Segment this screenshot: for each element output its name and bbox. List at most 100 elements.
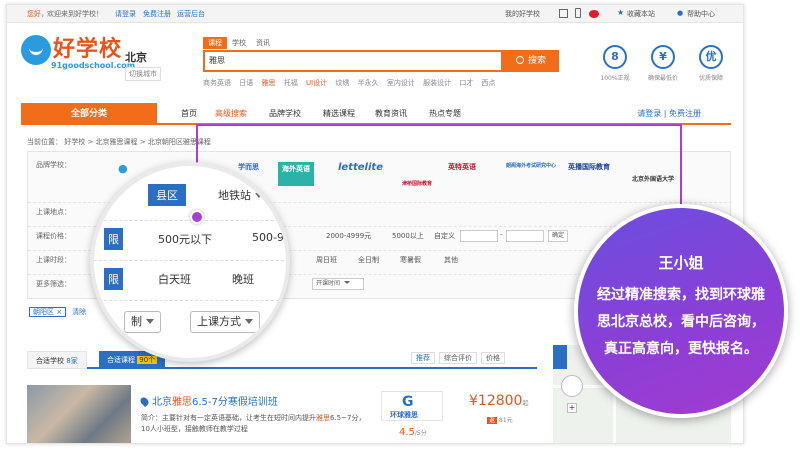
magnifier-time-row: 限 白天班 晚班: [94, 260, 286, 298]
logo-domain: 91goodschool.com: [51, 61, 136, 70]
hot-word[interactable]: 半永久: [358, 79, 379, 87]
time-unlimited-tag[interactable]: 限: [104, 268, 123, 290]
brand-logo[interactable]: 北京外国语大学: [632, 174, 674, 198]
nav-login-link[interactable]: 请登录: [637, 109, 661, 118]
nav-advanced-search[interactable]: 高级搜索: [215, 108, 247, 119]
selected-filters: 朝阳区 × 清除: [29, 307, 86, 317]
time-option[interactable]: 白天班: [158, 271, 191, 287]
weibo-icon[interactable]: [589, 10, 599, 18]
start-time-select[interactable]: 开课时间: [312, 278, 364, 290]
course-photo[interactable]: [27, 385, 131, 443]
refund-badge: 返: [487, 417, 498, 424]
price-unit: 起: [522, 400, 529, 407]
sort-rating[interactable]: 综合评价: [439, 352, 477, 364]
hot-word[interactable]: 服装设计: [423, 79, 451, 87]
time-option[interactable]: 其他: [444, 255, 458, 265]
more-label: 更多筛选：: [36, 280, 71, 288]
brand-logo[interactable]: 英特英语: [448, 162, 476, 186]
price-option[interactable]: 500元以下: [158, 231, 212, 247]
nav-home[interactable]: 首页: [181, 108, 197, 119]
price-unlimited-tag[interactable]: 限: [104, 228, 123, 250]
guarantee-quality: 优 优质保障: [691, 45, 731, 82]
tab-schools[interactable]: 合适学校 8家: [27, 351, 87, 369]
hot-word[interactable]: 口才: [459, 79, 473, 87]
search-input[interactable]: [209, 56, 409, 65]
mobile-icon[interactable]: [575, 8, 581, 18]
close-icon[interactable]: ×: [56, 308, 62, 316]
nav-education-news[interactable]: 教育资讯: [375, 108, 407, 119]
hot-word[interactable]: 纹绣: [335, 79, 349, 87]
login-link[interactable]: 请登录: [115, 9, 136, 19]
class-mode-select[interactable]: 上课方式: [190, 311, 260, 333]
site-logo[interactable]: 好学校 91goodschool.com: [21, 31, 135, 75]
register-link[interactable]: 免费注册: [143, 9, 171, 19]
search-tab-news[interactable]: 资讯: [251, 37, 275, 49]
course-desc-keyword: 雅思: [316, 414, 330, 422]
brand-logo[interactable]: lettelite: [338, 162, 383, 186]
time-option[interactable]: 全日制: [358, 255, 379, 265]
map-zoom-in-button[interactable]: +: [567, 403, 577, 413]
map-header: [553, 345, 567, 369]
price-option[interactable]: 500-99: [252, 231, 286, 244]
hot-word[interactable]: 西点: [482, 79, 496, 87]
class-mode-select-label: 上课方式: [197, 315, 241, 328]
ops-link[interactable]: 运营后台: [177, 9, 205, 19]
rating-value: 4.5: [399, 427, 415, 438]
price-min-input[interactable]: [460, 230, 498, 242]
time-option[interactable]: 周日班: [316, 255, 337, 265]
course-title[interactable]: 北京雅思6.5-7分寒假培训班: [138, 393, 278, 408]
search-box: [203, 50, 503, 72]
my-school-link[interactable]: 我的好学校: [505, 9, 540, 19]
metro-tab[interactable]: 地铁站: [218, 187, 263, 203]
sort-recommended[interactable]: 推荐: [411, 352, 435, 364]
nav-hot-topics[interactable]: 热点专题: [429, 108, 461, 119]
clear-filters-link[interactable]: 清除: [72, 308, 86, 316]
time-label: 上课时段：: [36, 256, 71, 264]
location-pin-icon: [138, 395, 151, 408]
hot-word[interactable]: 日语: [239, 79, 253, 87]
guarantee-label: 优质保障: [698, 75, 723, 82]
price-option[interactable]: 2000-4999元: [326, 231, 371, 241]
price-option[interactable]: 5000以上: [392, 231, 424, 241]
course-title-rest: 6.5-7分寒假培训班: [192, 397, 278, 408]
time-option[interactable]: 寒暑假: [400, 255, 421, 265]
search-button[interactable]: 搜索: [503, 50, 559, 72]
all-categories-button[interactable]: 全部分类: [21, 103, 157, 125]
city-switch-button[interactable]: 切换城市: [125, 67, 161, 81]
top-bar: 您好， 欢迎来到好学校！ 请登录 免费注册 运营后台 我的好学校 ★ 收藏本站 …: [7, 5, 743, 23]
brand-logo[interactable]: 朗阁海外考试研究中心: [506, 162, 556, 186]
bookmark-link[interactable]: 收藏本站: [627, 9, 655, 19]
sort-price[interactable]: 价格: [481, 352, 505, 364]
system-select[interactable]: 制: [124, 311, 161, 333]
brand-logo[interactable]: 英播国际教育: [568, 162, 610, 186]
course-rating: 4.5/5分: [399, 427, 427, 438]
school-logo[interactable]: G 环球雅思: [381, 391, 443, 421]
nav-register-link[interactable]: 免费注册: [669, 109, 701, 118]
county-tab[interactable]: 县区: [148, 184, 186, 206]
hot-word[interactable]: UI设计: [306, 79, 327, 87]
price-refund: 返 81元: [487, 415, 513, 424]
course-price: ¥12800起: [469, 393, 528, 409]
hot-word[interactable]: 商务英语: [203, 79, 231, 87]
hot-word[interactable]: 雅思: [261, 79, 275, 87]
nav-selected-courses[interactable]: 精选课程: [323, 108, 355, 119]
guarantee-lowest-price: ¥ 确保最低价: [643, 45, 683, 82]
magnifier-price-row: 限 500元以下 500-99: [94, 220, 286, 258]
map-pan-control[interactable]: [561, 375, 583, 397]
testimonial-bubble: 王小姐 经过精准搜索，找到环球雅思北京总校，看中后咨询，真正高意向，更快报名。: [574, 204, 788, 418]
search-tab-course[interactable]: 课程: [203, 37, 227, 49]
course-title-prefix: 北京: [152, 397, 172, 408]
nav-brand-schools[interactable]: 品牌学校: [269, 108, 301, 119]
hot-word[interactable]: 托福: [284, 79, 298, 87]
guarantee-label: 100%正规: [600, 75, 630, 82]
selected-tag[interactable]: 朝阳区 ×: [29, 307, 67, 317]
hot-word[interactable]: 室内设计: [387, 79, 415, 87]
brand-logo[interactable]: 津桥国际教育: [402, 180, 432, 204]
price-max-input[interactable]: [506, 230, 544, 242]
school-logo-name: 环球雅思: [390, 411, 418, 419]
time-option[interactable]: 晚班: [232, 271, 254, 287]
qr-icon[interactable]: [559, 9, 568, 18]
search-tab-school[interactable]: 学校: [227, 37, 251, 49]
help-link[interactable]: 帮助中心: [687, 9, 715, 19]
price-confirm-button[interactable]: 确定: [548, 230, 569, 242]
